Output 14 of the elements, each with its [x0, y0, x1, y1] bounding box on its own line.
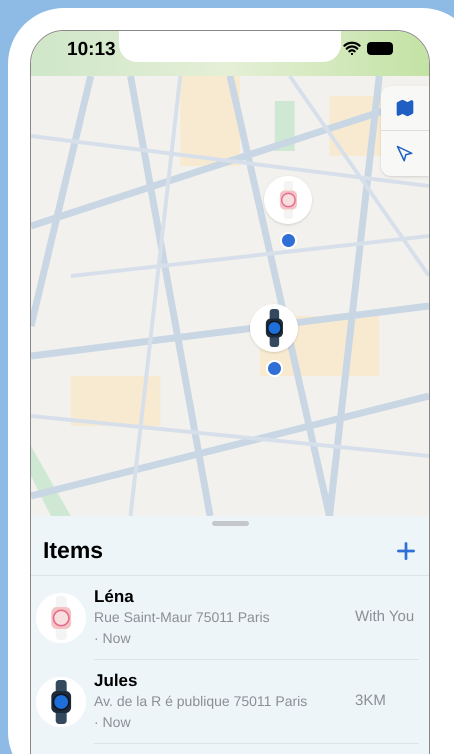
- wifi-icon: [343, 39, 361, 57]
- item-status: 3KM: [355, 691, 387, 712]
- location-arrow-icon: [396, 144, 414, 162]
- item-time: · Now: [94, 629, 132, 648]
- battery-icon: [367, 42, 393, 54]
- item-address: Rue Saint-Maur 75011 Paris: [94, 608, 271, 627]
- item-time: · Now: [94, 713, 132, 732]
- item-status: With You: [355, 607, 416, 628]
- item-name: Léna: [94, 586, 135, 607]
- status-time: 10:13: [67, 38, 116, 62]
- item-name: Jules: [94, 670, 138, 691]
- item-address: Av. de la R é publique 75011 Paris: [94, 692, 308, 711]
- sheet-title: Items: [43, 536, 104, 566]
- map-icon: [395, 98, 415, 118]
